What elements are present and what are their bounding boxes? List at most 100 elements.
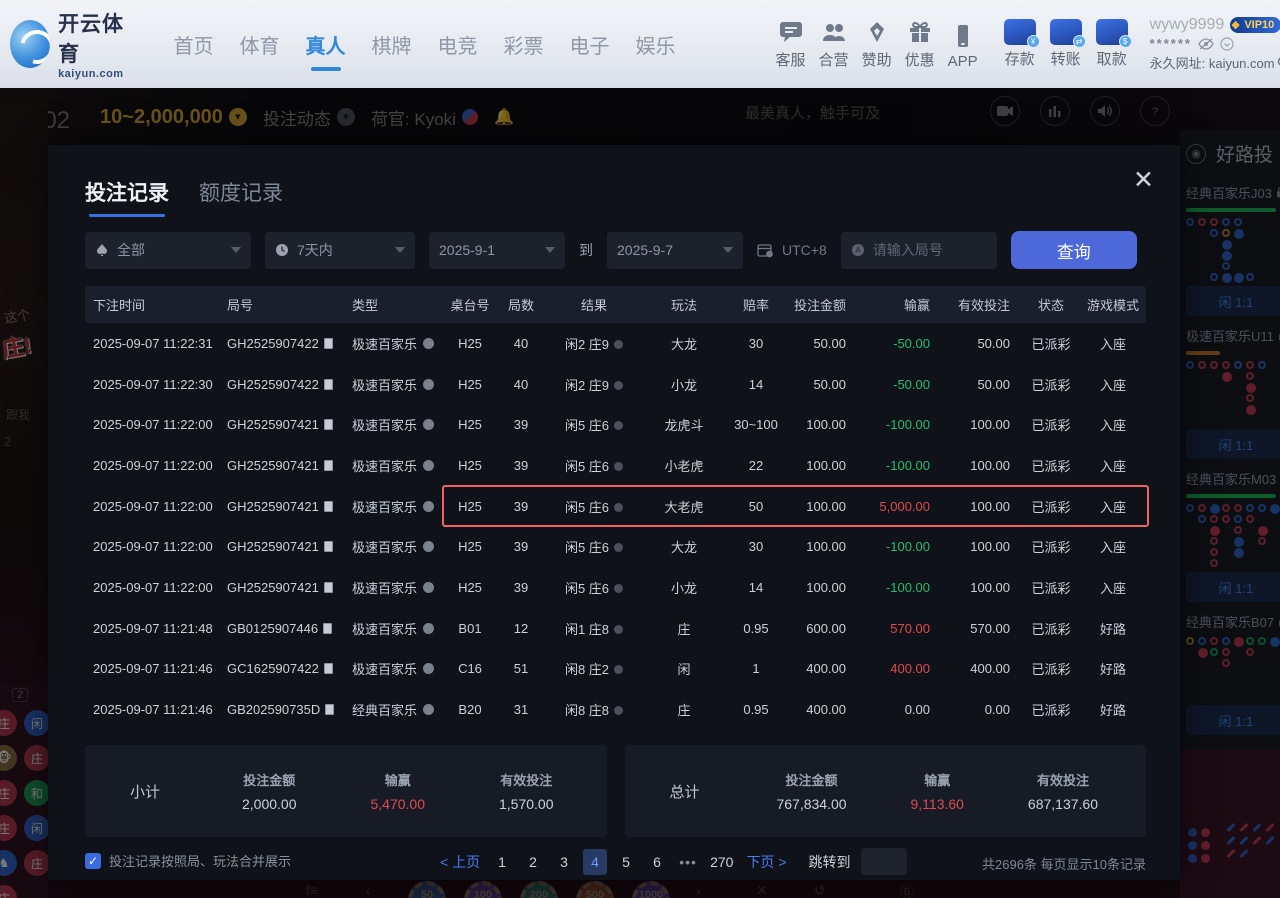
result-info-icon[interactable] [614, 625, 623, 634]
result-info-icon[interactable] [614, 462, 623, 471]
search-button[interactable]: 查询 [1011, 231, 1137, 269]
search-icon[interactable] [1277, 56, 1280, 69]
cell-game-id: GH2525907421 [219, 499, 344, 514]
cell-table-no: H25 [444, 458, 496, 473]
wallet-deposit-icon[interactable]: ¥ 存款 [1004, 19, 1036, 69]
page-270[interactable]: 270 [707, 849, 736, 875]
copy-icon[interactable] [324, 460, 333, 471]
result-info-icon[interactable] [614, 503, 623, 512]
cell-odds: 50 [726, 499, 786, 514]
round-id-placeholder: 请输入局号 [873, 240, 987, 260]
cell-play: 大龙 [642, 334, 726, 353]
table-cam-icon[interactable] [423, 460, 434, 471]
cell-type: 极速百家乐 [344, 334, 444, 353]
page-4[interactable]: 4 [583, 849, 607, 875]
copy-icon[interactable] [324, 541, 333, 552]
to-label: 到 [579, 240, 593, 260]
result-info-icon[interactable] [614, 340, 623, 349]
result-info-icon[interactable] [614, 584, 623, 593]
table-cam-icon[interactable] [423, 623, 434, 634]
cell-result: 闲5 庄6 [546, 415, 642, 434]
cell-amount: 50.00 [786, 377, 858, 392]
result-info-icon[interactable] [614, 381, 623, 390]
phone-icon [949, 22, 977, 50]
nav-item-5[interactable]: 彩票 [504, 30, 544, 59]
logo-title: 开云体育 [58, 8, 131, 68]
page-6[interactable]: 6 [645, 849, 669, 875]
table-row: 2025-09-07 11:22:30GH2525907422极速百家乐H254… [85, 364, 1146, 405]
page-5[interactable]: 5 [614, 849, 638, 875]
nav-item-0[interactable]: 首页 [174, 30, 214, 59]
tab-bet-records[interactable]: 投注记录 [85, 177, 169, 207]
copy-icon[interactable] [323, 623, 332, 634]
user-info-block[interactable]: wywy9999 VIP10 ****** 永久网址: kaiyun.com [1150, 16, 1280, 72]
table-cam-icon[interactable] [423, 379, 434, 390]
quick-people-icon[interactable]: 合营 [819, 18, 849, 70]
round-id-input[interactable]: A 请输入局号 [841, 232, 997, 269]
copy-icon[interactable] [324, 379, 333, 390]
cell-table-no: H25 [444, 336, 496, 351]
result-info-icon[interactable] [614, 543, 623, 552]
cell-time: 2025-09-07 11:22:00 [85, 539, 219, 554]
date-range-select[interactable]: 7天内 [265, 232, 415, 269]
table-cam-icon[interactable] [423, 501, 434, 512]
result-info-icon[interactable] [614, 665, 623, 674]
nav-item-1[interactable]: 体育 [240, 30, 280, 59]
next-page-button[interactable]: 下页 > [743, 849, 789, 875]
copy-icon[interactable] [324, 419, 333, 430]
nav-item-2[interactable]: 真人 [306, 30, 346, 59]
col-header: 投注金额 [786, 295, 858, 314]
page-2[interactable]: 2 [521, 849, 545, 875]
cell-game-id: GB0125907446 [219, 621, 344, 636]
diamond-icon [863, 18, 891, 46]
cell-amount: 100.00 [786, 539, 858, 554]
site-logo[interactable]: 开云体育 kaiyun.com [10, 8, 132, 80]
cell-game-id: GH2525907421 [219, 458, 344, 473]
wallet-transfer-icon[interactable]: ⇄ 转账 [1050, 19, 1082, 69]
nav-item-3[interactable]: 棋牌 [372, 30, 412, 59]
cell-play: 大老虎 [642, 497, 726, 516]
cell-status: 已派彩 [1022, 456, 1080, 475]
quick-gift-icon[interactable]: 优惠 [905, 18, 935, 70]
table-cam-icon[interactable] [423, 582, 434, 593]
copy-icon[interactable] [324, 663, 333, 674]
date-from-select[interactable]: 2025-9-1 [429, 232, 565, 269]
merge-checkbox[interactable]: ✓ [85, 853, 101, 869]
cell-status: 已派彩 [1022, 659, 1080, 678]
copy-icon[interactable] [324, 582, 333, 593]
result-info-icon[interactable] [614, 706, 623, 715]
cell-odds: 14 [726, 377, 786, 392]
table-cam-icon[interactable] [423, 338, 434, 349]
nav-item-4[interactable]: 电竞 [438, 30, 478, 59]
copy-icon[interactable] [325, 704, 334, 715]
close-icon[interactable]: ✕ [1133, 165, 1154, 195]
wallet-withdraw-icon[interactable]: $ 取款 [1096, 19, 1128, 69]
nav-item-6[interactable]: 电子 [570, 30, 610, 59]
quick-diamond-icon[interactable]: 赞助 [862, 18, 892, 70]
table-cam-icon[interactable] [423, 541, 434, 552]
subtotal-label: 小计 [85, 781, 205, 802]
nav-item-7[interactable]: 娱乐 [636, 30, 676, 59]
merge-checkbox-group[interactable]: ✓ 投注记录按照局、玩法合并展示 [85, 851, 291, 870]
quick-chat-icon[interactable]: 客服 [776, 18, 806, 70]
copy-icon[interactable] [324, 501, 333, 512]
refresh-circle-icon[interactable] [1220, 37, 1234, 51]
cell-result: 闲5 庄6 [546, 537, 642, 556]
table-cam-icon[interactable] [423, 419, 434, 430]
table-cam-icon[interactable] [423, 704, 434, 715]
copy-icon[interactable] [324, 338, 333, 349]
page-1[interactable]: 1 [490, 849, 514, 875]
prev-page-button[interactable]: < 上页 [437, 849, 483, 875]
result-info-icon[interactable] [614, 421, 623, 430]
date-to-select[interactable]: 2025-9-7 [607, 232, 743, 269]
tab-quota-records[interactable]: 额度记录 [199, 177, 283, 207]
quick-phone-icon[interactable]: APP [948, 22, 978, 70]
cell-win: -100.00 [858, 539, 942, 554]
page-3[interactable]: 3 [552, 849, 576, 875]
summary-metric: 有效投注1,570.00 [499, 770, 554, 812]
cell-game-id: GH2525907422 [219, 377, 344, 392]
game-type-select[interactable]: 全部 [85, 232, 251, 269]
eye-off-icon[interactable] [1198, 38, 1214, 50]
jump-to-input[interactable] [861, 848, 907, 875]
table-cam-icon[interactable] [423, 663, 434, 674]
